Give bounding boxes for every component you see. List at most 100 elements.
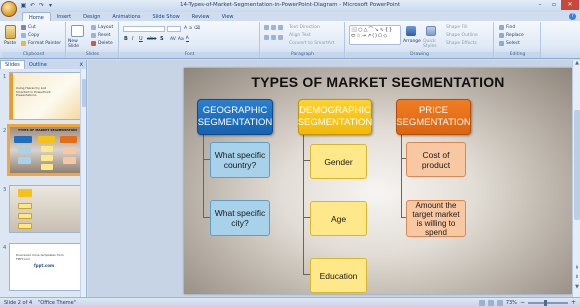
price-item[interactable]: Cost of product [406,142,466,177]
paste-icon[interactable] [5,25,16,39]
vertical-scroll-thumb[interactable] [574,110,580,220]
arrange-button[interactable]: Arrange [403,39,421,44]
tab-animations[interactable]: Animations [106,12,146,21]
slide-canvas[interactable]: TYPES OF MARKET SEGMENTATION GEOGRAPHIC … [184,68,572,294]
close-button[interactable]: ✕ [561,0,579,10]
scroll-down-icon[interactable]: ▼ [573,284,580,291]
tab-insert[interactable]: Insert [51,12,77,21]
slide-title[interactable]: TYPES OF MARKET SEGMENTATION [184,74,572,90]
quick-styles-icon[interactable] [426,26,436,36]
delete-button[interactable]: Delete [91,41,113,46]
slide-thumbnail-2[interactable]: TYPES OF MARKET SEGMENTATION [7,124,83,176]
bullets-icon[interactable] [264,25,269,30]
panel-scrollbar[interactable] [80,69,86,297]
reset-button[interactable]: Reset [91,33,111,38]
layout-icon [91,25,96,30]
vertical-scrollbar[interactable]: ▲ ⇞ ⇟ ▼ [572,60,580,297]
minimize-button[interactable]: – [533,0,547,10]
shapes-gallery[interactable]: ⬜○△⌒↘∿{}⬭☆→↗⟨⟩⬠◇ [349,25,401,45]
underline-button[interactable]: U [139,36,143,42]
office-button[interactable] [1,1,17,17]
tab-review[interactable]: Review [186,12,216,21]
new-slide-button[interactable]: New Slide [68,39,90,49]
change-case-icon[interactable]: Aa [178,37,184,42]
slide-thumbnail-1[interactable]: Using Hierarchy List SmartArt in PowerPo… [9,72,81,120]
format-painter-button[interactable]: Format Painter [21,41,61,46]
shrink-font-icon[interactable]: a [189,26,192,31]
zoom-out-icon[interactable]: − [520,299,525,306]
tab-slides[interactable]: Slides [0,60,25,69]
shape-effects-button[interactable]: Shape Effects [446,41,477,46]
align-right-icon[interactable] [278,35,283,40]
demographic-header[interactable]: DEMOGRAPHIC SEGMENTATION [298,99,372,135]
font-size-combo[interactable] [167,26,181,32]
arrange-icon[interactable] [406,26,416,36]
demographic-item[interactable]: Age [310,201,367,236]
grow-font-icon[interactable]: A [184,26,187,31]
price-item[interactable]: Amount the target market is willing to s… [406,200,466,237]
quick-styles-button[interactable]: Quick Styles [423,39,441,49]
tab-design[interactable]: Design [77,12,106,21]
clipboard-group-label: Clipboard [2,52,65,58]
scroll-up-icon[interactable]: ▲ [573,60,580,67]
strikethrough-button[interactable]: abe [147,36,156,42]
geographic-header[interactable]: GEOGRAPHIC SEGMENTATION [197,99,273,135]
char-spacing-icon[interactable]: AV [170,37,176,42]
clear-format-icon[interactable]: ⌫ [194,26,200,31]
slide-thumbnail-3[interactable] [9,185,81,233]
slide-number: 1 [3,74,7,80]
slide-position: Slide 2 of 4 [4,300,33,306]
thumb-shape [18,203,32,209]
bold-button[interactable]: B [124,36,128,42]
panel-scroll-thumb[interactable] [82,79,86,107]
shadow-button[interactable]: S [160,36,164,42]
copy-button[interactable]: Copy [21,33,39,38]
price-header[interactable]: PRICE SEGMENTATION [396,99,471,135]
prev-slide-icon[interactable]: ⇞ [573,265,580,272]
align-left-icon[interactable] [264,35,269,40]
convert-smartart-button[interactable]: Convert to SmartArt [289,41,334,46]
indent-icon[interactable] [278,25,283,30]
font-name-combo[interactable] [123,26,165,32]
geographic-item[interactable]: What specific city? [210,200,270,236]
tab-view[interactable]: View [216,12,240,21]
reset-icon [91,33,96,38]
italic-button[interactable]: I [132,36,133,42]
close-panel-icon[interactable]: x [79,61,83,68]
maximize-button[interactable]: ▫ [547,0,561,10]
numbering-icon[interactable] [271,25,276,30]
next-slide-icon[interactable]: ⇟ [573,274,580,281]
demographic-item[interactable]: Gender [310,144,367,179]
align-center-icon[interactable] [271,35,276,40]
geographic-item[interactable]: What specific country? [210,142,270,178]
normal-view-icon[interactable] [478,299,485,306]
tab-outline[interactable]: Outline [25,61,51,69]
select-button[interactable]: Select [499,41,520,46]
zoom-level[interactable]: 73% [506,300,517,306]
text-direction-button[interactable]: Text Direction [289,25,320,30]
new-slide-icon[interactable] [71,25,84,37]
cut-button[interactable]: Cut [21,25,36,30]
shape-outline-button[interactable]: Shape Outline [446,33,478,38]
shape-fill-button[interactable]: Shape Fill [446,25,468,30]
paste-button[interactable]: Paste [4,41,16,46]
slide-sorter-icon[interactable] [487,299,494,306]
tab-slide-show[interactable]: Slide Show [146,12,185,21]
slide-number: 2 [3,128,7,134]
zoom-in-icon[interactable]: + [571,299,576,306]
align-text-button[interactable]: Align Text [289,33,311,38]
demographic-item[interactable]: Education [310,258,367,293]
tab-home[interactable]: Home [22,12,51,21]
find-button[interactable]: Find [499,25,515,30]
layout-button[interactable]: Layout [91,25,113,30]
help-icon[interactable]: ? [569,13,576,20]
slide-thumbnail-4[interactable]: Download more templates from FPPT.com fp… [9,243,81,291]
thumb-shape [41,155,53,161]
slideshow-icon[interactable] [496,299,503,306]
zoom-slider[interactable] [527,299,568,306]
layout-label: Layout [98,25,114,30]
font-color-icon[interactable]: A [185,36,189,42]
delete-label: Delete [98,41,113,46]
replace-button[interactable]: Replace [499,33,524,38]
thumbnail-accent [10,73,13,119]
